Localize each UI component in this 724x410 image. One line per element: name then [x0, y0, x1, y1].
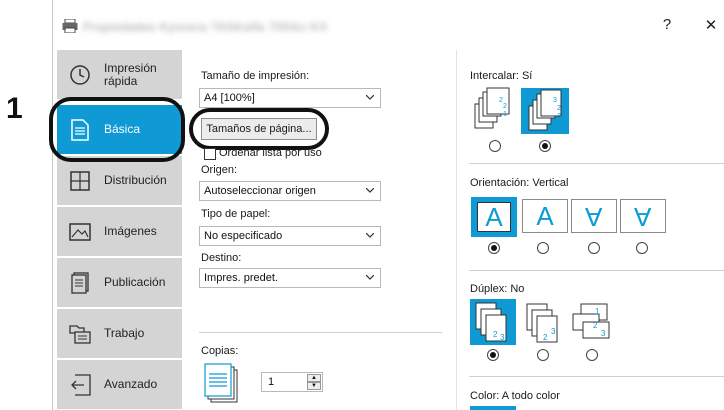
- duplex-long-edge-option[interactable]: 2 3: [521, 300, 567, 346]
- printer-icon: [62, 19, 78, 33]
- clock-icon: [68, 63, 92, 87]
- orientation-rotated-portrait-option[interactable]: A: [571, 199, 617, 233]
- copies-label: Copias:: [201, 345, 239, 357]
- advanced-icon: [68, 373, 92, 397]
- layout-grid-icon: [68, 169, 92, 193]
- sidebar-item-publishing[interactable]: Publicación: [57, 258, 182, 307]
- svg-text:2: 2: [543, 333, 548, 342]
- printer-properties-window: Propiedades Kyocera TASKalfa 7054ci KX ?…: [49, 0, 724, 410]
- orientation-portrait-radio[interactable]: [488, 242, 500, 254]
- svg-text:3: 3: [553, 97, 557, 104]
- sidebar-item-label: Trabajo: [104, 326, 145, 340]
- sidebar-item-images[interactable]: Imágenes: [57, 207, 182, 256]
- duplex-off-option[interactable]: 2 3: [470, 299, 516, 345]
- callout-ring-basic: [49, 97, 185, 162]
- letter-a-rotated-icon: A: [585, 201, 603, 232]
- image-icon: [68, 220, 92, 244]
- sidebar-item-quick-print[interactable]: Impresión rápida: [57, 50, 182, 99]
- letter-a-icon: A: [477, 202, 511, 232]
- orientation-portrait-option[interactable]: A: [471, 197, 517, 237]
- print-size-select[interactable]: A4 [100%]: [199, 88, 381, 108]
- copies-stepper[interactable]: 1 ▲ ▼: [261, 372, 323, 392]
- source-label: Origen:: [201, 164, 238, 176]
- copies-value: 1: [268, 376, 275, 388]
- order-by-usage-label: Ordenar lista por uso: [219, 147, 322, 159]
- stepper-down-icon[interactable]: ▼: [307, 382, 321, 390]
- orientation-rotated-landscape-radio[interactable]: [636, 242, 648, 254]
- divider: [469, 270, 724, 271]
- callout-ring-page-sizes: [189, 108, 329, 150]
- svg-text:3: 3: [500, 333, 505, 342]
- panel-divider: [456, 50, 457, 410]
- svg-text:1: 1: [503, 111, 507, 118]
- copies-stack-icon: [204, 363, 238, 403]
- orientation-label: Orientación: Vertical: [470, 177, 569, 189]
- chevron-down-icon: [366, 233, 374, 238]
- svg-text:2: 2: [493, 330, 498, 339]
- job-icon: [68, 322, 92, 346]
- sidebar-item-job[interactable]: Trabajo: [57, 309, 182, 358]
- chevron-down-icon: [366, 95, 374, 100]
- divider: [199, 332, 442, 333]
- collate-yes-option[interactable]: 3 2 3: [521, 88, 569, 134]
- collate-label: Intercalar: Sí: [470, 70, 533, 82]
- paper-type-label: Tipo de papel:: [201, 208, 271, 220]
- chevron-down-icon: [366, 275, 374, 280]
- help-button[interactable]: ?: [657, 16, 677, 33]
- destination-label: Destino:: [201, 252, 242, 264]
- paper-type-select[interactable]: No especificado: [199, 226, 381, 246]
- paper-type-value: No especificado: [204, 230, 283, 242]
- sidebar-item-layout[interactable]: Distribución: [57, 156, 182, 205]
- orientation-landscape-radio[interactable]: [537, 242, 549, 254]
- close-button[interactable]: ✕: [701, 16, 721, 34]
- collate-yes-radio[interactable]: [539, 140, 551, 152]
- window-title: Propiedades Kyocera TASKalfa 7054ci KX: [83, 20, 328, 34]
- publication-icon: [68, 271, 92, 295]
- svg-text:3: 3: [601, 329, 606, 338]
- destination-value: Impres. predet.: [204, 272, 278, 284]
- orientation-landscape-option[interactable]: A: [522, 199, 568, 233]
- sidebar-item-advanced[interactable]: Avanzado: [57, 360, 182, 409]
- print-size-value: A4 [100%]: [204, 92, 255, 104]
- stepper-up-icon[interactable]: ▲: [307, 374, 321, 382]
- svg-text:1: 1: [595, 307, 600, 316]
- source-select[interactable]: Autoseleccionar origen: [199, 181, 381, 201]
- color-label: Color: A todo color: [470, 390, 560, 402]
- sidebar-item-label: Impresión rápida: [104, 60, 157, 88]
- duplex-label: Dúplex: No: [470, 283, 525, 295]
- duplex-long-edge-radio[interactable]: [537, 349, 549, 361]
- color-option-selected[interactable]: [470, 406, 516, 410]
- svg-text:2: 2: [503, 103, 507, 110]
- svg-text:2: 2: [557, 105, 561, 112]
- sidebar-item-label: Imágenes: [104, 224, 157, 238]
- title-bar: Propiedades Kyocera TASKalfa 7054ci KX ?…: [53, 0, 724, 50]
- letter-a-icon: A: [536, 200, 554, 231]
- duplex-short-edge-radio[interactable]: [586, 349, 598, 361]
- source-value: Autoseleccionar origen: [204, 185, 316, 197]
- collate-no-radio[interactable]: [489, 140, 501, 152]
- duplex-off-radio[interactable]: [487, 349, 499, 361]
- collate-no-option[interactable]: 2 2 1: [473, 86, 515, 132]
- print-size-label: Tamaño de impresión:: [201, 70, 310, 82]
- sidebar-item-label: Distribución: [104, 173, 167, 187]
- divider: [469, 376, 724, 377]
- letter-a-rotated-icon: A: [634, 201, 652, 232]
- svg-text:3: 3: [557, 113, 561, 120]
- chevron-down-icon: [366, 188, 374, 193]
- duplex-short-edge-option[interactable]: 1 2 3: [569, 300, 615, 346]
- orientation-rotated-portrait-radio[interactable]: [588, 242, 600, 254]
- callout-number-1: 1: [6, 92, 23, 125]
- svg-text:3: 3: [551, 327, 556, 336]
- orientation-rotated-landscape-option[interactable]: A: [620, 199, 666, 233]
- destination-select[interactable]: Impres. predet.: [199, 268, 381, 288]
- sidebar-item-label: Publicación: [104, 275, 166, 289]
- order-by-usage-checkbox[interactable]: [204, 148, 216, 160]
- sidebar-item-label: Avanzado: [104, 377, 158, 391]
- svg-text:2: 2: [593, 321, 598, 330]
- divider: [469, 163, 724, 164]
